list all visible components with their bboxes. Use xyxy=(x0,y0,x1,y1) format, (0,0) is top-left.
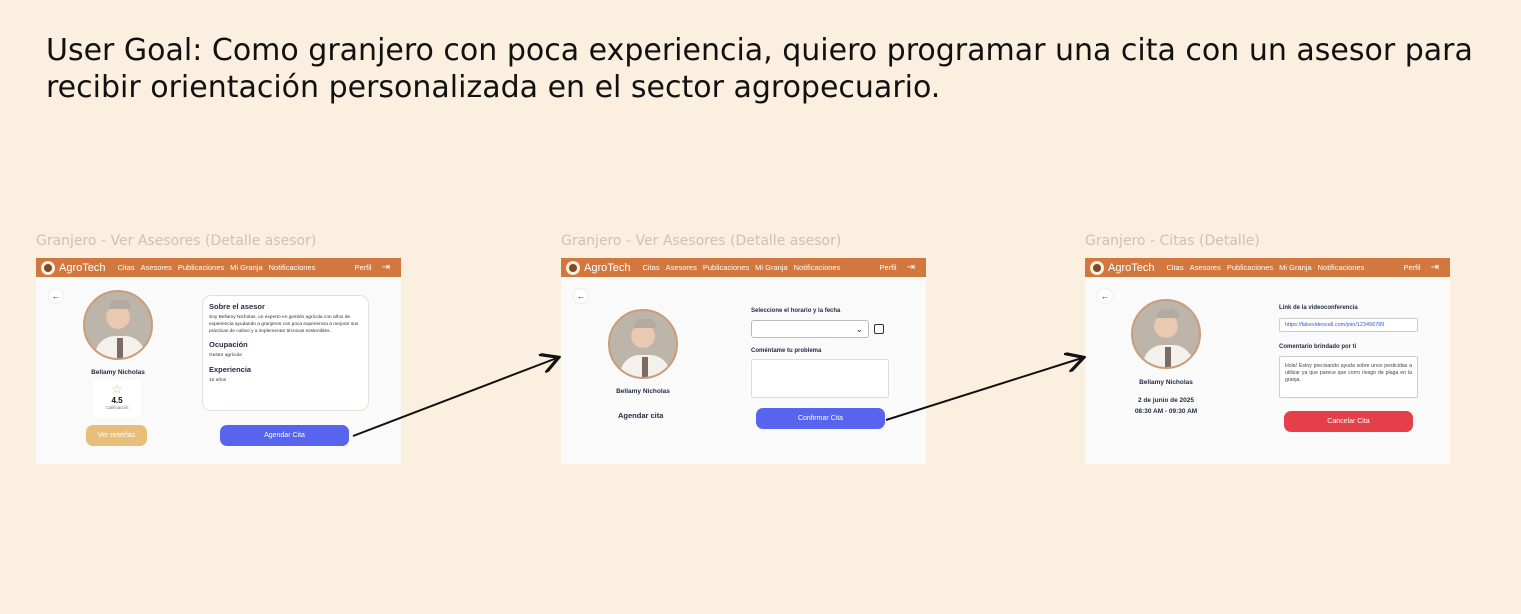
flow-arrows xyxy=(352,0,1521,437)
flow-arrow-1 xyxy=(352,358,557,437)
flow-arrow-2 xyxy=(885,358,1082,421)
